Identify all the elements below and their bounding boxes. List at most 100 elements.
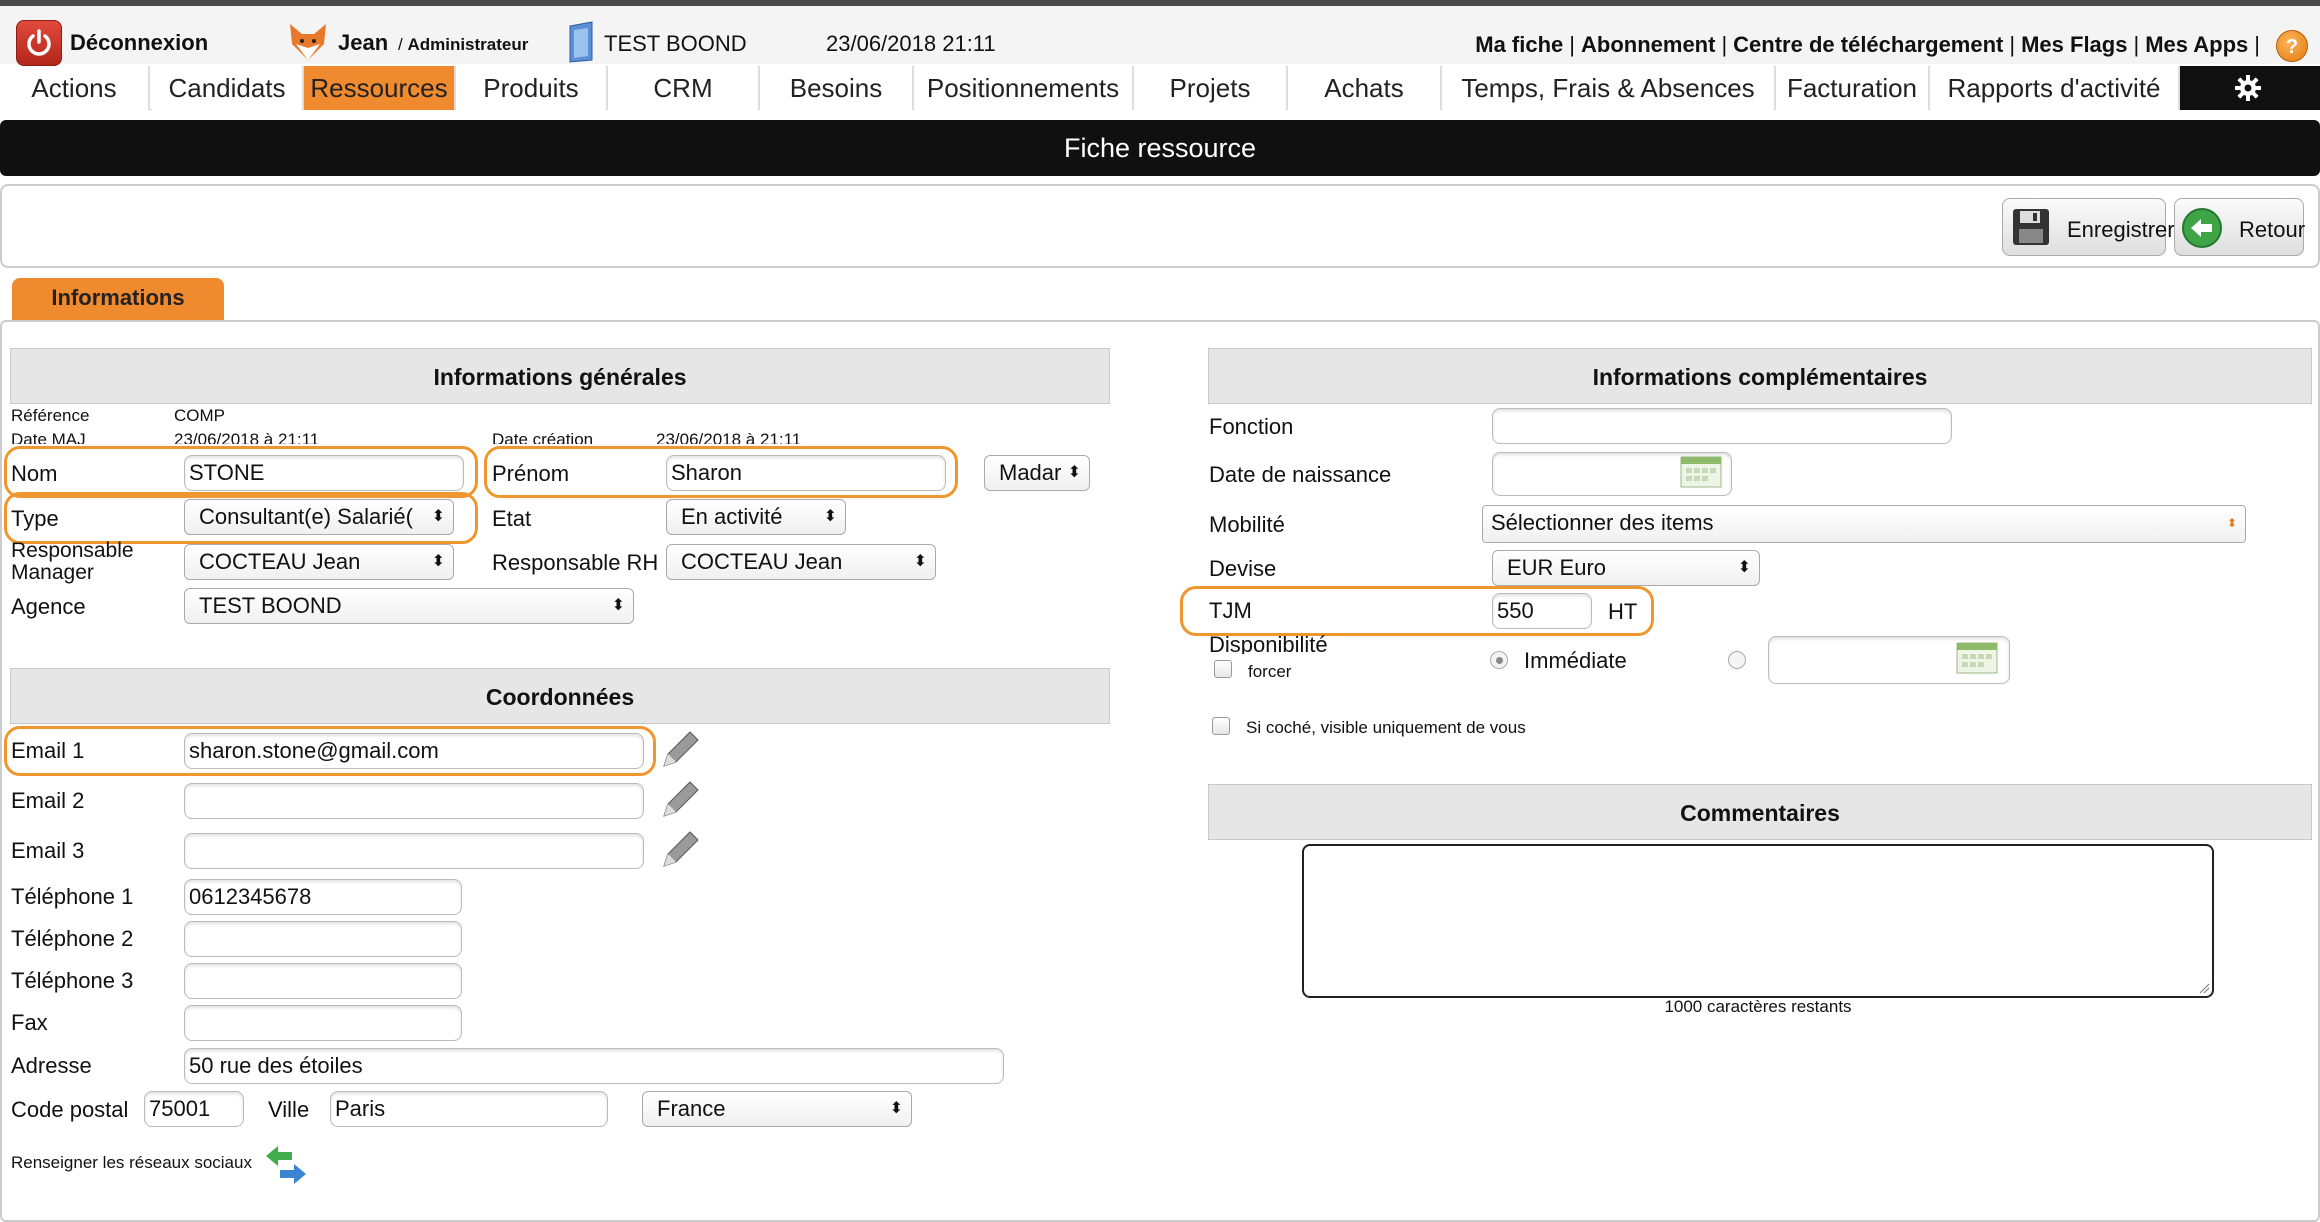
- back-button[interactable]: Retour: [2174, 198, 2305, 256]
- devise-label: Devise: [1209, 556, 1277, 581]
- caracteres-restants: 1000 caractères restants: [1664, 997, 1852, 1016]
- nav-besoins[interactable]: Besoins: [760, 66, 914, 110]
- commentaires-textarea[interactable]: [1302, 844, 2214, 998]
- type-value: Consultant(e) Salarié(: [199, 504, 413, 529]
- email2-field[interactable]: [184, 783, 644, 819]
- ville-field[interactable]: [330, 1091, 608, 1127]
- fax-label: Fax: [11, 1010, 48, 1035]
- link-mes-apps[interactable]: Mes Apps: [2145, 32, 2248, 57]
- help-icon[interactable]: ?: [2276, 30, 2308, 62]
- section-informations-complementaires: Informations complémentaires: [1208, 348, 2312, 404]
- fonction-field[interactable]: [1492, 408, 1952, 444]
- prenom-label: Prénom: [492, 461, 570, 486]
- rh-value: COCTEAU Jean: [681, 549, 843, 574]
- back-arrow-icon: [2182, 208, 2222, 248]
- tel3-field[interactable]: [184, 963, 462, 999]
- type-select[interactable]: Consultant(e) Salarié(⬍: [184, 499, 454, 535]
- select-arrow-icon: ⬍: [823, 508, 837, 525]
- date-dispo-radio[interactable]: [1728, 651, 1746, 669]
- page-title: Fiche ressource: [0, 120, 2320, 176]
- refresh-arrows-icon[interactable]: [262, 1142, 310, 1190]
- link-mes-flags[interactable]: Mes Flags: [2021, 32, 2127, 57]
- select-arrow-icon: ⬍: [611, 597, 625, 614]
- fox-avatar-icon: [290, 24, 326, 60]
- select-arrow-icon: ⬍: [1067, 464, 1081, 481]
- floppy-disk-icon: [2013, 209, 2049, 245]
- resize-handle-icon[interactable]: [2198, 982, 2210, 994]
- nav-positionnements[interactable]: Positionnements: [914, 66, 1134, 110]
- devise-select[interactable]: EUR Euro ⬍: [1492, 550, 1760, 586]
- devise-value: EUR Euro: [1507, 555, 1607, 580]
- nav-crm[interactable]: CRM: [608, 66, 760, 110]
- reseaux-sociaux-label: Renseigner les réseaux sociaux: [11, 1153, 252, 1172]
- date-naissance-label: Date de naissance: [1209, 462, 1392, 487]
- nav-produits[interactable]: Produits: [456, 66, 608, 110]
- nav-ressources[interactable]: Ressources: [304, 66, 456, 110]
- nav-candidats[interactable]: Candidats: [152, 66, 304, 110]
- adresse-label: Adresse: [11, 1053, 92, 1078]
- code-postal-field[interactable]: [144, 1091, 244, 1127]
- action-bar: Enregistrer Retour: [0, 184, 2320, 268]
- tel1-label: Téléphone 1: [11, 884, 134, 909]
- pencil-icon[interactable]: [656, 726, 704, 774]
- nav-temps-frais[interactable]: Temps, Frais & Absences: [1442, 66, 1776, 110]
- pencil-icon[interactable]: [656, 826, 704, 874]
- etat-select[interactable]: En activité ⬍: [666, 499, 846, 535]
- email3-field[interactable]: [184, 833, 644, 869]
- user-role: / Administrateur: [398, 35, 529, 54]
- tel1-field[interactable]: [184, 879, 462, 915]
- building-icon: [569, 21, 593, 63]
- civilite-value: Madar: [999, 460, 1062, 485]
- nav-rapports[interactable]: Rapports d'activité: [1930, 66, 2180, 110]
- tel2-field[interactable]: [184, 921, 462, 957]
- date-maj-value: 23/06/2018 à 21:11: [174, 430, 320, 444]
- select-arrow-icon: ⬍: [2226, 516, 2237, 530]
- adresse-field[interactable]: [184, 1048, 1004, 1084]
- tab-informations[interactable]: Informations: [12, 278, 224, 322]
- date-maj-label: Date MAJ: [11, 430, 86, 444]
- rh-select[interactable]: COCTEAU Jean ⬍: [666, 544, 936, 580]
- link-telechargement[interactable]: Centre de téléchargement: [1733, 32, 2003, 57]
- logout-link[interactable]: Déconnexion: [70, 30, 208, 56]
- company-name[interactable]: TEST BOOND: [604, 31, 747, 57]
- pays-select[interactable]: France ⬍: [642, 1091, 912, 1127]
- nom-field[interactable]: [184, 455, 464, 491]
- tel3-label: Téléphone 3: [11, 968, 134, 993]
- mobilite-select[interactable]: Sélectionner des items ⬍: [1482, 505, 2246, 543]
- responsable-rh-label: Responsable RH: [492, 550, 659, 575]
- pencil-icon[interactable]: [656, 776, 704, 824]
- fax-field[interactable]: [184, 1005, 462, 1041]
- agence-value: TEST BOOND: [199, 593, 342, 618]
- visible-checkbox[interactable]: [1212, 717, 1230, 735]
- nav-facturation[interactable]: Facturation: [1776, 66, 1930, 110]
- link-abonnement[interactable]: Abonnement: [1581, 32, 1715, 57]
- nav-actions[interactable]: Actions: [0, 66, 150, 110]
- date-creation-label: Date création: [492, 430, 594, 444]
- etat-value: En activité: [681, 504, 783, 529]
- nav-settings[interactable]: [2180, 66, 2320, 110]
- link-ma-fiche[interactable]: Ma fiche: [1475, 32, 1563, 57]
- email1-field[interactable]: [184, 733, 644, 769]
- forcer-checkbox[interactable]: [1214, 660, 1232, 678]
- calendar-icon[interactable]: [1680, 456, 1722, 488]
- reference-value: COMP: [174, 406, 225, 425]
- save-button[interactable]: Enregistrer: [2002, 198, 2175, 256]
- manager-select[interactable]: COCTEAU Jean ⬍: [184, 544, 454, 580]
- calendar-icon[interactable]: [1956, 642, 1998, 674]
- section-coordonnees: Coordonnées: [10, 668, 1110, 724]
- main-nav: Actions Candidats Ressources Produits CR…: [0, 66, 2320, 110]
- nav-achats[interactable]: Achats: [1288, 66, 1442, 110]
- immediate-radio[interactable]: [1490, 651, 1508, 669]
- save-button-label: Enregistrer: [2067, 217, 2175, 242]
- tjm-label: TJM: [1209, 598, 1252, 623]
- gear-icon[interactable]: [2234, 74, 2262, 102]
- agence-select[interactable]: TEST BOOND ⬍: [184, 588, 634, 624]
- user-name[interactable]: Jean: [338, 30, 388, 56]
- nav-projets[interactable]: Projets: [1134, 66, 1288, 110]
- tjm-field[interactable]: [1492, 593, 1592, 629]
- power-icon[interactable]: [16, 20, 62, 66]
- civilite-select[interactable]: Madar ⬍: [984, 455, 1090, 491]
- manager-value: COCTEAU Jean: [199, 549, 361, 574]
- forcer-label: forcer: [1248, 662, 1292, 681]
- prenom-field[interactable]: [666, 455, 946, 491]
